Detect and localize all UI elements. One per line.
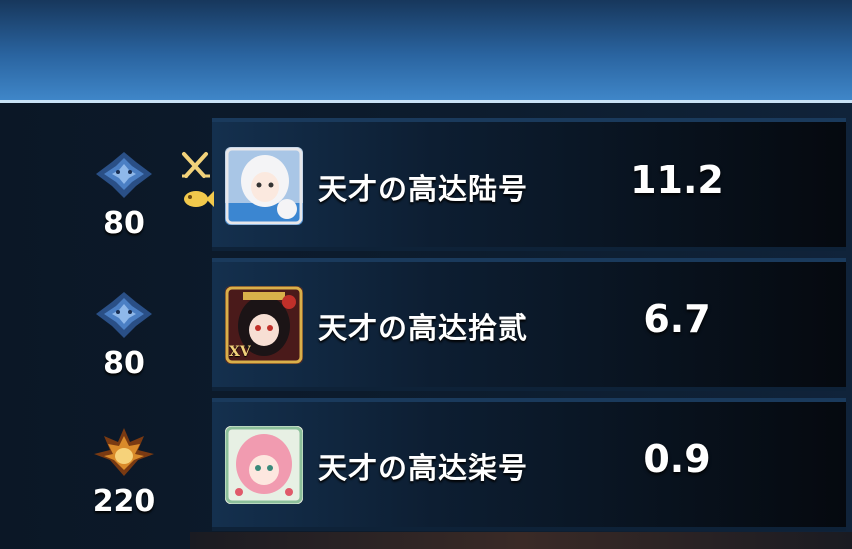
list-item[interactable]: 220 天才の高达柒号 0.9 (0, 398, 852, 531)
player-name: 天才の高达拾贰 (318, 311, 529, 345)
golden-flame-crest-icon (92, 428, 156, 478)
bottom-edge (190, 532, 852, 549)
player-name: 天才の高达陆号 (318, 172, 529, 206)
score-value: 11.2 (630, 158, 724, 202)
score-value: 0.9 (643, 437, 711, 481)
pink-haired-character-avatar[interactable] (225, 426, 303, 504)
white-haired-character-avatar[interactable] (225, 147, 303, 225)
top-banner (0, 0, 852, 100)
score-value: 6.7 (643, 297, 711, 341)
list-item[interactable]: 80 天才の高达陆号 11.2 (0, 118, 852, 251)
blue-dragon-crest-icon (92, 150, 156, 200)
fish-icon (184, 191, 214, 207)
side-icons (180, 150, 220, 230)
row-panel (212, 258, 846, 391)
crossed-swords-icon (182, 152, 210, 178)
blue-dragon-crest-icon (92, 290, 156, 340)
rank-number: 80 (103, 346, 145, 381)
row-panel (212, 398, 846, 531)
rank-number: 80 (103, 206, 145, 241)
player-name: 天才の高达柒号 (318, 451, 529, 485)
row-panel (212, 118, 846, 251)
rank-number: 220 (92, 484, 156, 519)
list-item[interactable]: 80 XV 天才の高达拾贰 6.7 (0, 258, 852, 391)
avatar-badge: XV (229, 344, 251, 360)
